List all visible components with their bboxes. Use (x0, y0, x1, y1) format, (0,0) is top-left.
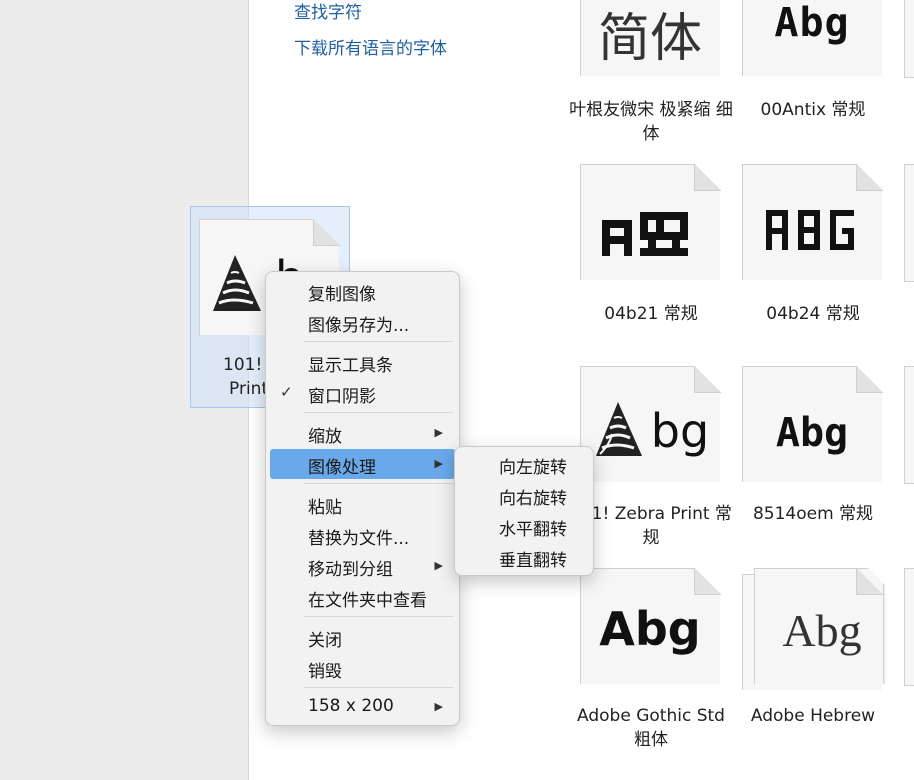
menu-item-save-image-as[interactable]: 图像另存为... (270, 307, 455, 337)
font-name: 04b21 常规 (604, 304, 698, 324)
menu-item-label: 158 x 200 (308, 696, 394, 716)
font-sample-pixel-art (602, 212, 688, 256)
menu-item-replace-with-file[interactable]: 替换为文件... (270, 520, 455, 550)
menu-item-label: 关闭 (308, 631, 342, 651)
menu-item-label: 图像处理 (308, 458, 376, 478)
menu-item-label: 复制图像 (308, 285, 376, 305)
page-fold (313, 219, 340, 246)
menu-item-paste[interactable]: 粘贴 (270, 489, 455, 519)
menu-item-show-in-folder[interactable]: 在文件夹中查看 (270, 582, 455, 612)
menu-item-label: 窗口阴影 (308, 387, 376, 407)
font-tile-partial (904, 164, 914, 282)
menu-item-label: 销毁 (308, 662, 342, 682)
menu-separator (304, 412, 453, 413)
zebra-letter-icon (213, 255, 261, 311)
menu-item-label: 移动到分组 (308, 560, 393, 580)
menu-item-label: 替换为文件... (308, 529, 410, 549)
image-processing-submenu: 向左旋转 向右旋转 水平翻转 垂直翻转 (454, 446, 594, 576)
menu-item-window-shadow[interactable]: ✓ 窗口阴影 (270, 378, 455, 408)
menu-item-image-processing[interactable]: 图像处理 ▶ (270, 449, 455, 479)
menu-item-label: 垂直翻转 (499, 551, 567, 571)
page-fold (856, 568, 883, 595)
page-fold (694, 568, 721, 595)
menu-separator (304, 341, 453, 342)
menu-item-image-size[interactable]: 158 x 200 ▶ (270, 692, 455, 722)
font-sample-pixel-art (766, 210, 854, 250)
menu-item-label: 缩放 (308, 427, 342, 447)
font-sample: Abg (774, 0, 850, 46)
menu-item-copy-image[interactable]: 复制图像 (270, 276, 455, 306)
menu-item-destroy[interactable]: 销毁 (270, 653, 455, 683)
menu-item-move-to-group[interactable]: 移动到分组 ▶ (270, 551, 455, 581)
menu-item-label: 向右旋转 (499, 489, 567, 509)
chevron-right-icon: ▶ (434, 559, 443, 572)
font-sample: Abg (775, 410, 849, 456)
menu-item-rotate-right[interactable]: 向右旋转 (459, 480, 589, 510)
menu-item-label: 向左旋转 (499, 458, 567, 478)
menu-item-rotate-left[interactable]: 向左旋转 (459, 449, 589, 479)
font-tile-partial (904, 366, 914, 484)
chevron-right-icon: ▶ (434, 457, 443, 470)
page-fold (856, 366, 883, 393)
font-name: Adobe Hebrew (750, 706, 876, 726)
page-fold (856, 164, 883, 191)
selected-font-name-line1: 101! (223, 355, 263, 375)
font-sample: Abg (599, 602, 701, 656)
font-name: 叶根友微宋 极紧缩 细体 (569, 100, 733, 144)
context-menu: 复制图像 图像另存为... 显示工具条 ✓ 窗口阴影 缩放 ▶ 图像处理 ▶ 粘… (265, 271, 460, 726)
chevron-right-icon: ▶ (434, 426, 443, 439)
menu-item-label: 粘贴 (308, 498, 342, 518)
menu-separator (304, 616, 453, 617)
font-name: 8514oem 常规 (752, 504, 874, 524)
menu-item-zoom[interactable]: 缩放 ▶ (270, 418, 455, 448)
page-fold (694, 366, 721, 393)
download-all-fonts-link[interactable]: 下载所有语言的字体 (294, 34, 447, 59)
menu-item-label: 在文件夹中查看 (308, 591, 427, 611)
font-sample: 简体 (597, 9, 702, 69)
page-fold (694, 164, 721, 191)
menu-item-label: 水平翻转 (499, 520, 567, 540)
menu-item-label: 图像另存为... (308, 316, 410, 336)
font-name: Adobe Gothic Std 粗体 (577, 706, 725, 750)
menu-item-label: 显示工具条 (308, 356, 393, 376)
menu-item-flip-horizontal[interactable]: 水平翻转 (459, 511, 589, 541)
font-tile-partial (904, 568, 914, 686)
chevron-right-icon: ▶ (434, 700, 443, 713)
menu-separator (304, 483, 453, 484)
selected-font-name-line2: Print (229, 379, 269, 399)
menu-item-flip-vertical[interactable]: 垂直翻转 (459, 542, 589, 572)
font-name: 04b24 常规 (766, 304, 860, 324)
menu-item-show-toolbar[interactable]: 显示工具条 (270, 347, 455, 377)
find-characters-link[interactable]: 查找字符 (294, 0, 362, 23)
font-tile-partial (904, 0, 914, 78)
checkmark-icon: ✓ (280, 383, 293, 401)
font-sample: Abg (782, 605, 862, 656)
font-name: 00Antix 常规 (760, 100, 866, 120)
menu-separator (304, 687, 453, 688)
menu-item-close[interactable]: 关闭 (270, 622, 455, 652)
